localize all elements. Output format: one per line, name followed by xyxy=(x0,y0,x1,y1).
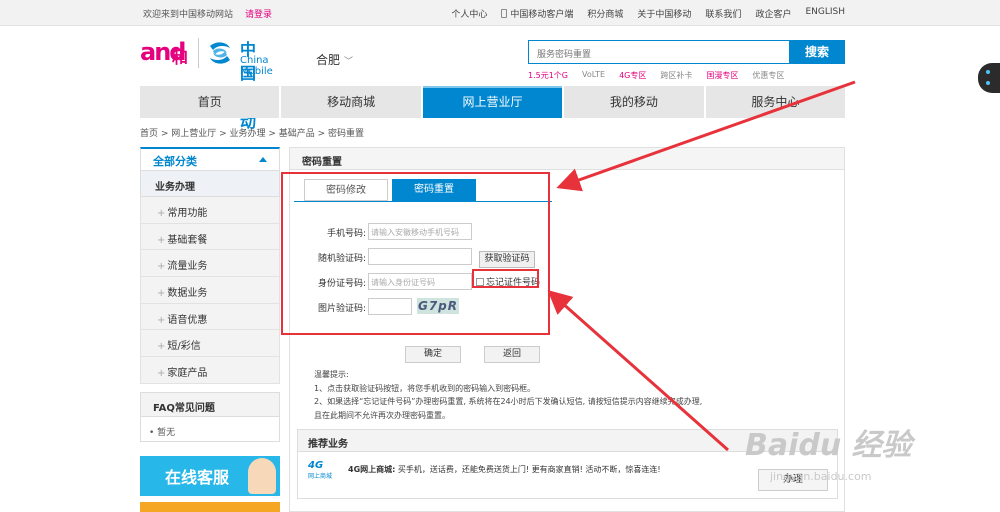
top-link-about[interactable]: 关于中国移动 xyxy=(637,7,691,20)
tips-line: 1、点击获取验证码按钮，将您手机收到的密码输入到密码框。 xyxy=(314,383,536,393)
sidebar-item[interactable]: + 家庭产品 xyxy=(140,357,280,384)
china-mobile-logo-icon xyxy=(210,42,230,64)
top-links: 个人中心 中国移动客户端 积分商城 关于中国移动 联系我们 政企客户 ENGLI… xyxy=(451,7,845,20)
collapse-arrow-icon xyxy=(259,157,267,162)
page-title: 密码重置 xyxy=(290,148,844,170)
hotword-link[interactable]: 4G专区 xyxy=(619,70,646,81)
top-link-contact[interactable]: 联系我们 xyxy=(705,7,741,20)
tips-line: 2、如果选择“忘记证件号码”办理密码重置, 系统将在24小时后下发确认短信, 请… xyxy=(314,397,703,406)
widget-dot-icon xyxy=(986,70,990,74)
top-link-enterprise[interactable]: 政企客户 xyxy=(755,7,791,20)
widget-dot-icon xyxy=(986,81,990,85)
baidu-watermark: Baidu 经验 xyxy=(745,428,912,463)
nav-service-center[interactable]: 服务中心 xyxy=(705,86,846,118)
sidebar-section-business: 业务办理 xyxy=(140,171,280,197)
phone-icon xyxy=(501,9,508,18)
floating-widget[interactable] xyxy=(978,63,1000,93)
tips-block: 温馨提示: 1、点击获取验证码按钮，将您手机收到的密码输入到密码框。 2、如果选… xyxy=(314,368,702,422)
sidebar: 全部分类 业务办理 + 常用功能 + 基础套餐 + 流量业务 + 数据业务 + 语音优惠 … xyxy=(140,147,280,384)
sidebar-item[interactable]: + 数据业务 xyxy=(140,277,280,304)
plus-icon: + xyxy=(157,261,166,273)
agent-avatar xyxy=(248,458,276,494)
confirm-button[interactable]: 确定 xyxy=(405,346,461,363)
top-link-personal-center[interactable]: 个人中心 xyxy=(451,7,487,20)
plus-icon: + xyxy=(157,234,166,246)
4g-mall-logo: 4G 网上商城 xyxy=(308,460,333,480)
city-name: 合肥 xyxy=(316,53,341,67)
top-link-points-mall[interactable]: 积分商城 xyxy=(587,7,623,20)
city-selector[interactable]: 合肥 ﹀ xyxy=(316,51,353,68)
hot-words: 1.5元1个G VoLTE 4G专区 跨区补卡 国漫专区 优惠专区 xyxy=(528,70,784,81)
china-mobile-en-name: China Mobile xyxy=(240,55,273,77)
sidebar-item[interactable]: + 语音优惠 xyxy=(140,303,280,331)
tips-title: 温馨提示: xyxy=(314,370,349,379)
hotword-link[interactable]: 跨区补卡 xyxy=(660,70,692,81)
plus-icon: + xyxy=(157,208,166,219)
plus-icon: + xyxy=(157,314,166,326)
he-logo-text: 和 xyxy=(172,48,189,67)
promo-banner[interactable] xyxy=(140,502,280,512)
plus-icon: + xyxy=(157,368,166,380)
login-link[interactable]: 请登录 xyxy=(245,7,272,20)
breadcrumb[interactable]: 首页 > 网上营业厅 > 业务办理 > 基础产品 > 密码重置 xyxy=(140,126,364,139)
plus-icon: + xyxy=(157,341,166,353)
annotation-box-form xyxy=(281,172,550,335)
sidebar-item[interactable]: + 短/彩信 xyxy=(140,330,280,358)
sidebar-item[interactable]: + 流量业务 xyxy=(140,250,280,278)
logo-divider xyxy=(198,38,199,68)
sidebar-category-head[interactable]: 全部分类 xyxy=(140,147,280,171)
hotword-link[interactable]: 优惠专区 xyxy=(752,70,784,81)
hotword-link[interactable]: VoLTE xyxy=(582,70,605,81)
plus-icon: + xyxy=(157,288,166,300)
sidebar-item[interactable]: + 常用功能 xyxy=(140,197,280,224)
tips-line: 且在此期间不允许再次办理密码重置。 xyxy=(314,410,450,420)
welcome-text: 欢迎来到中国移动网站 xyxy=(143,10,234,20)
sidebar-item[interactable]: + 基础套餐 xyxy=(140,223,280,251)
chevron-down-icon: ﹀ xyxy=(344,57,354,67)
back-button[interactable]: 返回 xyxy=(484,346,540,363)
main-nav: 首页 移动商城 网上营业厅 我的移动 服务中心 xyxy=(140,86,846,118)
hotword-link[interactable]: 国漫专区 xyxy=(706,70,738,81)
annotation-box-forgot-id xyxy=(472,269,539,288)
search-input[interactable]: 服务密码重置 xyxy=(528,40,790,64)
top-bar: 欢迎来到中国移动网站 请登录 个人中心 中国移动客户端 积分商城 关于中国移动 … xyxy=(0,0,1000,26)
search-button[interactable]: 搜索 xyxy=(789,40,845,64)
nav-mall[interactable]: 移动商城 xyxy=(281,86,421,118)
faq-panel: FAQ常见问题 • 暂无 xyxy=(140,392,280,442)
recommended-item[interactable]: 4G网上商城: 买手机，送话费，还能免费送货上门! 更有商家直销! 活动不断，惊… xyxy=(348,464,661,475)
top-link-client-app[interactable]: 中国移动客户端 xyxy=(501,7,573,20)
nav-my-mobile[interactable]: 我的移动 xyxy=(564,86,704,118)
nav-online-hall[interactable]: 网上营业厅 xyxy=(422,86,563,118)
baidu-watermark-url: jingyan.baidu.com xyxy=(770,470,872,483)
online-service-banner[interactable]: 在线客服 xyxy=(140,456,280,496)
nav-home[interactable]: 首页 xyxy=(140,86,280,118)
faq-title: FAQ常见问题 xyxy=(141,393,279,417)
faq-empty: • 暂无 xyxy=(149,428,176,438)
top-link-english[interactable]: ENGLISH xyxy=(805,7,845,20)
hotword-link[interactable]: 1.5元1个G xyxy=(528,70,568,81)
